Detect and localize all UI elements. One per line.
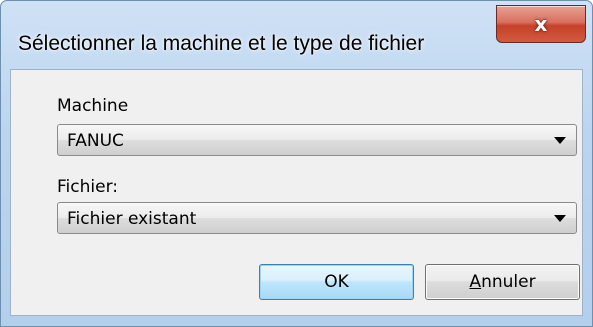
window-title: Sélectionner la machine et le type de fi…: [18, 32, 425, 55]
chevron-down-icon: [554, 215, 566, 222]
cancel-mnemonic: A: [469, 272, 482, 292]
cancel-label-rest: nnuler: [481, 272, 536, 292]
cancel-button[interactable]: Annuler: [425, 264, 580, 300]
cancel-button-label: Annuler: [469, 272, 535, 292]
machine-label: Machine: [57, 96, 129, 116]
fichier-select-value: Fichier existant: [67, 209, 197, 229]
close-icon: x: [534, 12, 548, 36]
title-bar[interactable]: Sélectionner la machine et le type de fi…: [1, 1, 592, 69]
machine-select[interactable]: FANUC: [57, 124, 577, 156]
chevron-down-icon: [554, 137, 566, 144]
close-button[interactable]: x: [496, 5, 586, 43]
ok-button-label: OK: [324, 272, 349, 292]
fichier-label: Fichier:: [57, 177, 118, 197]
fichier-select[interactable]: Fichier existant: [57, 202, 577, 234]
ok-button[interactable]: OK: [259, 264, 414, 300]
dialog-window: Sélectionner la machine et le type de fi…: [0, 0, 593, 327]
machine-select-value: FANUC: [67, 131, 124, 151]
